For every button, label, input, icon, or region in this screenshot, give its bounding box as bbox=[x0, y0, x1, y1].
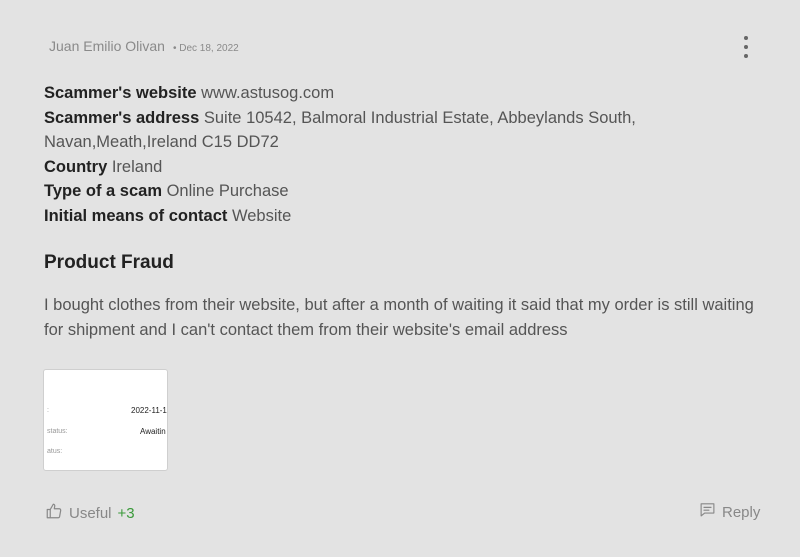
review-body: I bought clothes from their website, but… bbox=[44, 296, 754, 339]
review-header: Juan Emilio Olivan • Dec 18, 2022 bbox=[49, 38, 239, 54]
detail-country: Country Ireland bbox=[44, 155, 684, 180]
detail-label: Scammer's website bbox=[44, 84, 197, 102]
useful-label: Useful bbox=[69, 505, 112, 522]
attachment-text: Awaitin bbox=[140, 427, 166, 436]
reply-button[interactable]: Reply bbox=[699, 501, 760, 523]
detail-scam-type: Type of a scam Online Purchase bbox=[44, 179, 684, 204]
detail-address: Scammer's address Suite 10542, Balmoral … bbox=[44, 106, 684, 155]
detail-label: Country bbox=[44, 157, 108, 176]
more-options-icon[interactable] bbox=[738, 36, 754, 58]
author-name[interactable]: Juan Emilio Olivan bbox=[49, 38, 165, 54]
useful-button[interactable]: Useful +3 bbox=[45, 502, 135, 525]
detail-website: Scammer's website www.astusog.com bbox=[44, 81, 684, 106]
attachment-thumbnail[interactable]: : 2022-11-1: status: Awaitin atus: bbox=[43, 369, 168, 471]
scam-details: Scammer's website www.astusog.com Scamme… bbox=[44, 81, 684, 228]
detail-label: Scammer's address bbox=[44, 108, 200, 127]
attachment-text: status: bbox=[47, 428, 68, 435]
review-title: Product Fraud bbox=[44, 252, 174, 273]
attachment-text: : bbox=[47, 407, 49, 414]
detail-value: www.astusog.com bbox=[201, 84, 335, 102]
reply-icon bbox=[699, 501, 716, 523]
detail-value: Website bbox=[231, 206, 292, 225]
useful-count: +3 bbox=[117, 505, 135, 522]
detail-label: Initial means of contact bbox=[44, 206, 228, 225]
review-date: • Dec 18, 2022 bbox=[172, 43, 239, 54]
detail-value: Ireland bbox=[111, 157, 163, 176]
detail-value: Online Purchase bbox=[166, 182, 289, 200]
reply-label: Reply bbox=[722, 503, 761, 521]
detail-label: Type of a scam bbox=[44, 182, 162, 200]
review-card: Juan Emilio Olivan • Dec 18, 2022 Scamme… bbox=[0, 0, 800, 557]
thumbs-up-icon bbox=[45, 502, 63, 525]
detail-contact-means: Initial means of contact Website bbox=[44, 204, 684, 229]
attachment-text: atus: bbox=[47, 448, 63, 455]
attachment-text: 2022-11-1: bbox=[131, 406, 168, 415]
